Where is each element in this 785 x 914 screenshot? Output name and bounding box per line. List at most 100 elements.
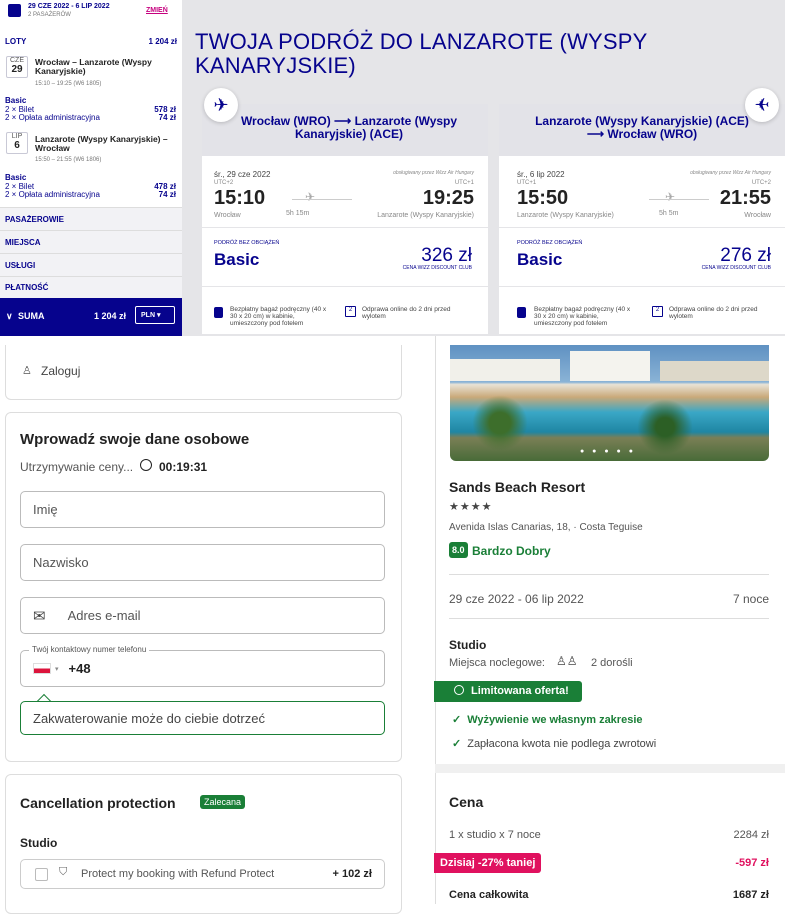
refund-checkbox[interactable] — [35, 868, 48, 881]
flights-row: LOTY 1 204 zł — [0, 30, 182, 52]
sum-value: 1 204 zł — [94, 311, 127, 321]
nonrefundable-info: ✓ Zapłacona kwota nie podlega zwrotowi — [452, 738, 657, 750]
discount-value: -597 zł — [735, 857, 769, 869]
inbound-route: Lanzarote (Wyspy Kanaryjskie) – Wrocław — [35, 134, 168, 153]
airplane-icon: ✈ — [745, 88, 779, 122]
contact-tooltip: Zakwaterowanie może do ciebie dotrzeć — [20, 701, 385, 735]
currency-select[interactable]: PLN ▾ — [135, 306, 175, 324]
section-services[interactable]: USŁUGI — [0, 253, 182, 276]
flight-date: śr., 29 cze 2022 — [214, 170, 271, 179]
hotel-name[interactable]: Sands Beach Resort — [449, 479, 585, 495]
bag-info: Bezpłatny bagaż podręczny (40 x 30 x 20 … — [534, 306, 631, 327]
rating-text: Bardzo Dobry — [472, 544, 551, 558]
sum-bar[interactable]: ∨ SUMA 1 204 zł PLN ▾ — [0, 298, 182, 336]
origin-city: Lanzarote (Wyspy Kanaryjskie) — [517, 212, 614, 219]
check-icon: ✓ — [452, 738, 462, 750]
operator: obsługiwany przez Wizz Air Hungary — [690, 170, 771, 176]
tz-departure: UTC+2 — [214, 180, 234, 186]
total-label: Cena całkowita — [449, 889, 529, 901]
airplane-icon: ✈ — [204, 88, 238, 122]
flight-summary-area: 29 CZE 2022 - 6 LIP 2022 2 PASAŻERÓW ZMI… — [0, 0, 785, 336]
personal-data-title: Wprowadź swoje dane osobowe — [20, 431, 250, 448]
chevron-down-icon[interactable]: ▾ — [55, 665, 59, 673]
personal-data-panel: Wprowadź swoje dane osobowe Utrzymywanie… — [5, 412, 402, 762]
operator: obsługiwany przez Wizz Air Hungary — [393, 170, 474, 176]
flight-line — [292, 199, 352, 200]
total-value: 1687 zł — [732, 889, 769, 901]
plane-mini-icon: ✈ — [665, 190, 676, 204]
inbound-date-box: LIP 6 — [6, 132, 28, 154]
board-info: ✓ Wyżywienie we własnym zakresie — [452, 714, 643, 726]
calendar-icon — [8, 4, 21, 17]
flights-total: 1 204 zł — [148, 36, 177, 46]
change-link[interactable]: ZMIEŃ — [146, 7, 168, 14]
fare-name: Basic — [517, 250, 563, 269]
origin-city: Wrocław — [214, 212, 241, 219]
destination-city: Wrocław — [744, 212, 771, 219]
checkin-icon: 2 — [652, 306, 663, 317]
phone-field[interactable]: Twój kontaktowy numer telefonu ▾ +48 — [20, 645, 385, 687]
stay-dates: 29 cze 2022 - 06 lip 2022 — [449, 592, 584, 606]
return-flight-card: Lanzarote (Wyspy Kanaryjskie) (ACE) ⟶ Wr… — [499, 104, 785, 334]
outbound-time: 15:10 – 19:25 (W6 1805) — [35, 81, 102, 87]
room-type: Studio — [449, 638, 487, 652]
bag-icon — [214, 307, 223, 318]
email-field[interactable]: ✉ Adres e-mail — [20, 597, 385, 634]
departure-time: 15:10 — [214, 187, 266, 209]
outbound-fee-line: 2 × Opłata administracyjna 74 zł — [5, 113, 176, 122]
first-name-field[interactable]: Imię — [20, 491, 385, 528]
carousel-dots[interactable]: ● ● ● ● ● — [580, 448, 636, 455]
inbound-fee-line: 2 × Opłata administracyjna 74 zł — [5, 190, 176, 199]
limited-offer-badge: Limitowana oferta! — [434, 681, 582, 702]
departure-time: 15:50 — [517, 187, 569, 209]
phone-prefix: +48 — [68, 661, 91, 676]
destination-city: Lanzarote (Wyspy Kanaryjskie) — [377, 212, 474, 219]
card-route: Lanzarote (Wyspy Kanaryjskie) (ACE) ⟶ Wr… — [499, 104, 785, 156]
inbound-time: 15:50 – 21:55 (W6 1806) — [35, 157, 102, 163]
refund-price: + 102 zł — [332, 868, 372, 880]
tz-departure: UTC+1 — [517, 180, 537, 186]
section-passengers[interactable]: PASAŻEROWIE — [0, 207, 182, 230]
cancellation-title: Cancellation protection — [20, 795, 176, 811]
discount-badge: Dzisiaj -27% taniej — [434, 853, 542, 873]
refund-text: Protect my booking with Refund Protect — [81, 868, 275, 880]
checkin-info: Odprawa online do 2 dni przed wylotem — [362, 306, 451, 320]
refund-protect-option[interactable]: ⛉ Protect my booking with Refund Protect… — [20, 859, 385, 889]
outbound-fare: Basic — [5, 96, 27, 105]
arrival-time: 19:25 — [422, 187, 474, 209]
flight-line — [649, 199, 709, 200]
recommended-badge: Zalecana — [200, 795, 246, 809]
hold-timer: 00:19:31 — [159, 460, 208, 474]
hotel-photo[interactable]: ● ● ● ● ● — [450, 345, 769, 461]
duration: 5h 5m — [659, 210, 679, 217]
shield-icon: ⛉ — [59, 866, 68, 878]
cancellation-room: Studio — [20, 836, 58, 850]
price-title: Cena — [449, 794, 484, 810]
trip-dates: 29 CZE 2022 - 6 LIP 2022 — [28, 3, 110, 10]
phone-label: Twój kontaktowy numer telefonu — [29, 645, 150, 654]
guests-icon: ♙♙ — [556, 654, 578, 668]
section-payment[interactable]: PŁATNOŚĆ — [0, 276, 182, 298]
fare-price: 276 zł — [720, 245, 771, 266]
last-name-field[interactable]: Nazwisko — [20, 544, 385, 581]
hotel-stars: ★★★★ — [449, 501, 493, 513]
passenger-count: 2 PASAŻERÓW — [28, 12, 71, 18]
user-icon: ♙ — [22, 365, 32, 377]
outbound-flight-card: Wrocław (WRO) ⟶ Lanzarote (Wyspy Kanaryj… — [202, 104, 488, 334]
checkin-info: Odprawa online do 2 dni przed wylotem — [669, 306, 758, 320]
duration: 5h 15m — [286, 210, 310, 217]
check-icon: ✓ — [452, 714, 462, 726]
bag-info: Bezpłatny bagaż podręczny (40 x 30 x 20 … — [230, 306, 327, 327]
login-panel[interactable]: ♙ Zaloguj — [5, 345, 402, 400]
fare-label: PODRÓŻ BEZ OBCIĄŻEŃ — [517, 240, 583, 246]
login-link[interactable]: Zaloguj — [41, 364, 80, 378]
outbound-route: Wrocław – Lanzarote (Wyspy Kanaryjskie) — [35, 57, 152, 76]
sleeps-label: Miejsca noclegowe: — [449, 657, 545, 669]
chevron-down-icon: ∨ — [6, 311, 13, 321]
section-seats[interactable]: MIEJSCA — [0, 230, 182, 253]
score-badge: 8.0 — [449, 542, 468, 558]
tz-arrival: UTC+1 — [454, 180, 474, 186]
flag-poland-icon[interactable] — [33, 663, 51, 674]
hold-text: Utrzymywanie ceny... — [20, 460, 134, 474]
plane-mini-icon: ✈ — [305, 190, 316, 204]
